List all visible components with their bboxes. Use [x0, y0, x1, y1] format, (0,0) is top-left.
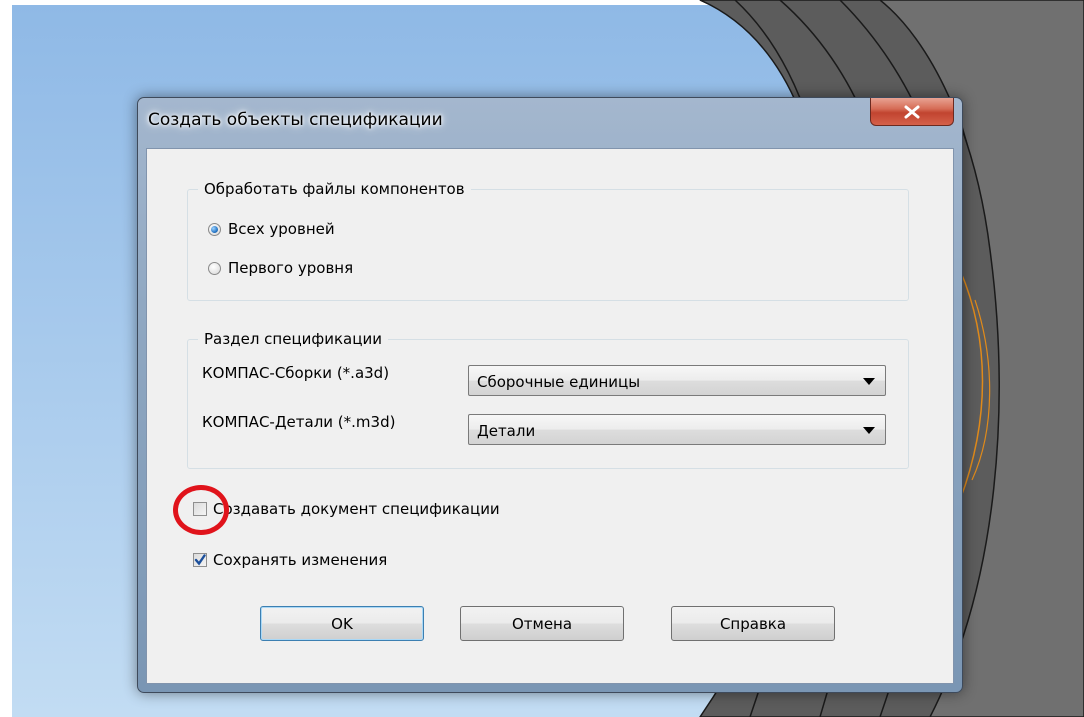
cancel-button[interactable]: Отмена	[460, 606, 624, 641]
ok-button[interactable]: OK	[260, 606, 424, 641]
save-changes-checkbox[interactable]	[193, 553, 207, 567]
spec-section-group: Раздел спецификации КОМПАС-Сборки (*.a3d…	[187, 328, 909, 469]
radio-button-checked[interactable]	[208, 222, 221, 236]
radio-all-levels[interactable]: Всех уровней	[208, 220, 335, 238]
save-changes-label: Сохранять изменения	[213, 551, 388, 569]
chevron-down-icon	[863, 378, 875, 385]
dialog-title: Создать объекты спецификации	[148, 110, 443, 130]
process-files-legend: Обработать файлы компонентов	[198, 178, 471, 200]
process-files-group: Обработать файлы компонентов Всех уровне…	[187, 178, 909, 301]
parts-label: КОМПАС-Детали (*.m3d)	[202, 413, 396, 431]
checkmark-icon	[194, 554, 206, 566]
spec-section-legend: Раздел спецификации	[198, 328, 388, 350]
radio-first-level[interactable]: Первого уровня	[208, 259, 353, 277]
assemblies-select[interactable]: Сборочные единицы	[468, 365, 886, 396]
dialog-content: Обработать файлы компонентов Всех уровне…	[146, 148, 954, 684]
assemblies-select-value: Сборочные единицы	[477, 373, 641, 391]
dialog-window: Создать объекты спецификации Обработать …	[137, 97, 963, 693]
parts-select-value: Детали	[477, 422, 536, 440]
help-button[interactable]: Справка	[671, 606, 835, 641]
create-spec-document-option[interactable]: Создавать документ спецификации	[193, 500, 500, 518]
parts-select[interactable]: Детали	[468, 414, 886, 445]
create-spec-document-checkbox[interactable]	[193, 502, 207, 516]
radio-button-unchecked[interactable]	[208, 261, 221, 275]
title-bar[interactable]: Создать объекты спецификации	[138, 98, 962, 148]
close-icon	[904, 105, 920, 118]
save-changes-option[interactable]: Сохранять изменения	[193, 551, 387, 569]
radio-all-levels-label: Всех уровней	[228, 220, 335, 238]
radio-first-level-label: Первого уровня	[228, 259, 354, 277]
chevron-down-icon	[863, 427, 875, 434]
create-spec-document-label: Создавать документ спецификации	[213, 500, 500, 518]
close-button[interactable]	[870, 98, 954, 126]
assemblies-label: КОМПАС-Сборки (*.a3d)	[202, 364, 390, 382]
